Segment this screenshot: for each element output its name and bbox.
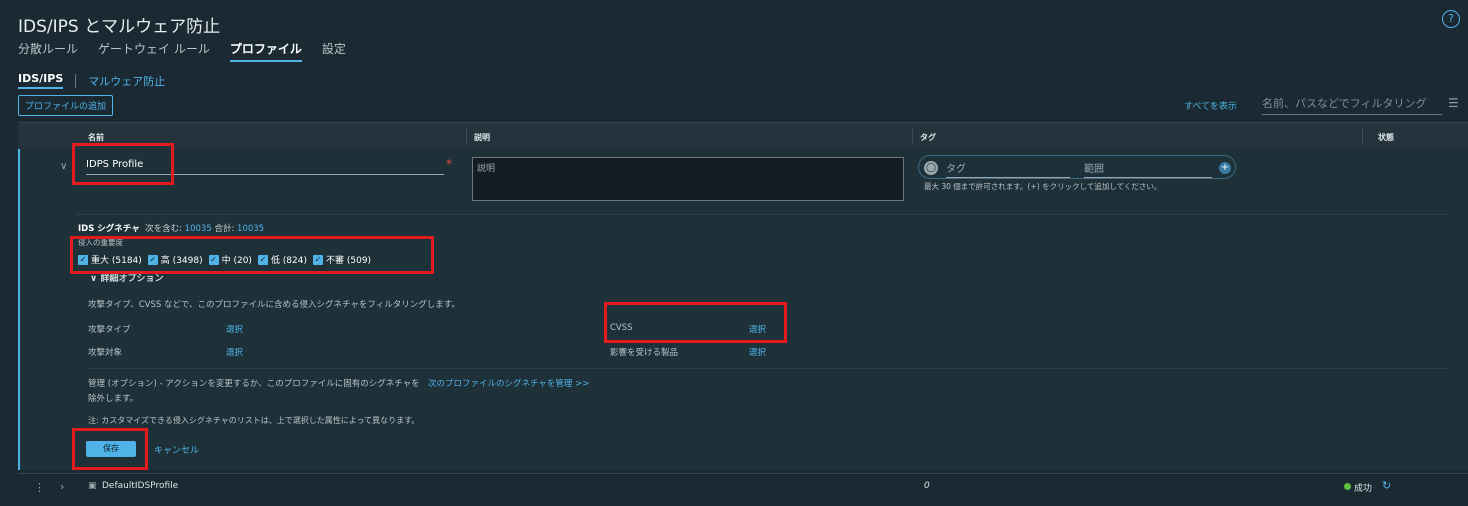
- sub-tabs: IDS/IPS マルウェア防止: [18, 72, 165, 89]
- section-divider: [76, 214, 1446, 215]
- tag-hint: 最大 30 個まで許可されます。(+) をクリックして追加してください。: [924, 182, 1162, 191]
- attack-type-select-link[interactable]: 選択: [226, 323, 243, 335]
- column-status[interactable]: 状態: [1378, 132, 1394, 143]
- attack-target-select-link[interactable]: 選択: [226, 346, 243, 358]
- column-name[interactable]: 名前: [88, 132, 104, 143]
- tab-gateway-rules[interactable]: ゲートウェイ ルール: [98, 40, 210, 62]
- subtab-divider: [75, 73, 77, 88]
- add-tag-icon[interactable]: +: [1219, 162, 1231, 174]
- tab-settings[interactable]: 設定: [322, 40, 346, 62]
- lock-icon: ▣: [88, 481, 97, 491]
- ids-signature-summary: IDS シグネチャ 次を含む: 10035 合計: 10035: [78, 222, 264, 234]
- tag-icon: ◯: [924, 161, 938, 175]
- collapse-chevron-icon[interactable]: ∨: [60, 161, 67, 172]
- add-profile-button[interactable]: プロファイルの追加: [18, 95, 114, 116]
- tab-distributed-rules[interactable]: 分散ルール: [18, 40, 78, 62]
- row-menu-icon[interactable]: ⋮: [34, 481, 45, 494]
- included-label: 次を含む:: [145, 224, 182, 234]
- row-status: 成功: [1354, 484, 1373, 494]
- highlight-box-severity: [70, 236, 434, 274]
- row-tag-count[interactable]: 0: [924, 481, 930, 491]
- highlight-box-save: [72, 428, 148, 470]
- tag-input[interactable]: タグ: [946, 160, 1070, 178]
- row-name: DefaultIDSProfile: [102, 481, 179, 491]
- column-tags[interactable]: タグ: [920, 132, 936, 143]
- filter-input[interactable]: 名前、パスなどでフィルタリング: [1262, 95, 1442, 115]
- table-header: 名前 説明 タグ 状態: [18, 122, 1468, 150]
- column-divider: [466, 128, 467, 144]
- ids-signature-label: IDS シグネチャ: [78, 224, 140, 234]
- affected-products-label: 影響を受ける製品: [610, 348, 679, 358]
- advanced-options-description: 攻撃タイプ、CVSS などで、このプロファイルに含める侵入シグネチャをフィルタリ…: [88, 300, 460, 310]
- filter-icon[interactable]: ☰: [1448, 96, 1459, 110]
- attack-target-label: 攻撃対象: [88, 348, 123, 358]
- expand-chevron-icon[interactable]: ›: [60, 480, 64, 493]
- help-icon[interactable]: ?: [1442, 10, 1460, 28]
- column-divider: [912, 128, 913, 144]
- success-status-icon: [1344, 483, 1351, 490]
- table-row[interactable]: [18, 473, 1468, 500]
- cancel-button[interactable]: キャンセル: [154, 443, 199, 456]
- manage-description: 管理 (オプション) - アクションを変更するか、このプロファイルに固有のシグネ…: [88, 379, 420, 404]
- note-text: 注: カスタマイズできる侵入シグネチャのリストは、上で選択した属性によって異なり…: [88, 416, 420, 425]
- manage-signatures-link[interactable]: 次のプロファイルのシグネチャを管理 >>: [428, 377, 589, 389]
- required-marker: *: [446, 157, 452, 171]
- included-count[interactable]: 10035: [185, 224, 212, 234]
- subtab-ids-ips[interactable]: IDS/IPS: [18, 72, 64, 89]
- scope-input[interactable]: 範囲: [1084, 160, 1212, 178]
- refresh-icon[interactable]: ↻: [1382, 479, 1391, 492]
- total-count[interactable]: 10035: [237, 224, 264, 234]
- description-textarea[interactable]: 説明: [472, 157, 904, 201]
- column-divider: [1362, 128, 1363, 144]
- show-all-link[interactable]: すべてを表示: [1184, 99, 1237, 112]
- highlight-box-cvss: [604, 302, 787, 343]
- attack-type-label: 攻撃タイプ: [88, 325, 131, 335]
- highlight-box-name: [72, 143, 174, 185]
- affected-products-select-link[interactable]: 選択: [749, 346, 766, 358]
- page-title: IDS/IPS とマルウェア防止: [18, 17, 221, 37]
- column-description[interactable]: 説明: [474, 132, 490, 143]
- section-divider: [88, 368, 1448, 369]
- main-tabs: 分散ルール ゲートウェイ ルール プロファイル 設定: [18, 40, 346, 62]
- subtab-malware-prevention[interactable]: マルウェア防止: [88, 73, 165, 89]
- tab-profiles[interactable]: プロファイル: [229, 40, 302, 62]
- total-label: 合計:: [214, 224, 235, 234]
